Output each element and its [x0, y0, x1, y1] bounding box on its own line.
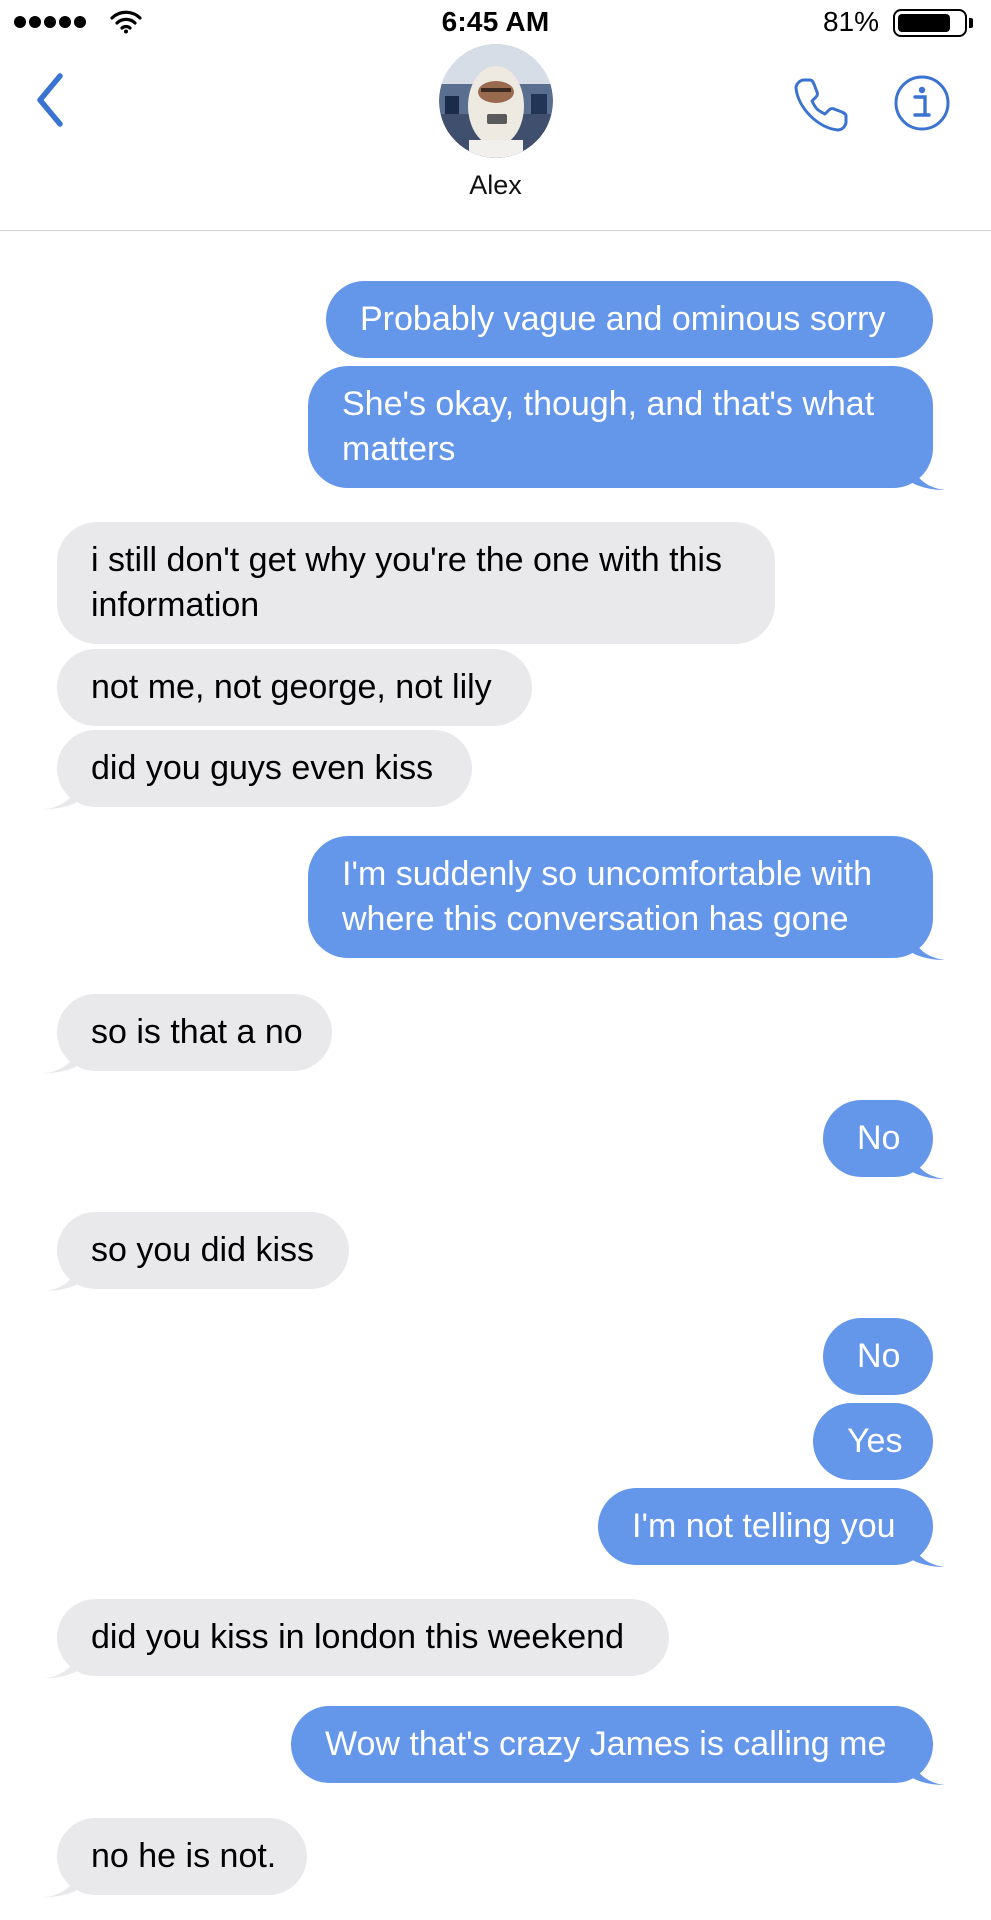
received-message[interactable]: so you did kiss — [57, 1212, 349, 1289]
contact-avatar[interactable] — [439, 44, 553, 158]
contact-name[interactable]: Alex — [0, 170, 991, 201]
sent-message[interactable]: Wow that's crazy James is calling me — [291, 1706, 933, 1783]
back-chevron-icon[interactable] — [30, 70, 74, 130]
sent-message[interactable]: Probably vague and ominous sorry — [326, 281, 933, 358]
phone-call-icon[interactable] — [790, 74, 852, 136]
received-message[interactable]: did you kiss in london this weekend — [57, 1599, 669, 1676]
received-message[interactable]: not me, not george, not lily — [57, 649, 532, 726]
sent-message[interactable]: She's okay, though, and that's what matt… — [308, 366, 933, 488]
received-message[interactable]: did you guys even kiss — [57, 730, 472, 807]
battery-cap — [969, 18, 973, 28]
received-message[interactable]: no he is not. — [57, 1818, 307, 1895]
received-message[interactable]: i still don't get why you're the one wit… — [57, 522, 775, 644]
info-icon[interactable] — [893, 74, 951, 132]
sent-message[interactable]: No — [823, 1100, 933, 1177]
sent-message[interactable]: I'm suddenly so uncomfortable with where… — [308, 836, 933, 958]
battery-level — [898, 14, 950, 32]
status-bar: 6:45 AM 81% — [0, 0, 991, 44]
conversation-header: Alex — [0, 44, 991, 231]
sent-message[interactable]: No — [823, 1318, 933, 1395]
battery-percent: 81% — [822, 6, 879, 37]
received-message[interactable]: so is that a no — [57, 994, 332, 1071]
sent-message[interactable]: I'm not telling you — [598, 1488, 933, 1565]
battery-icon — [893, 9, 967, 37]
sent-message[interactable]: Yes — [813, 1403, 933, 1480]
